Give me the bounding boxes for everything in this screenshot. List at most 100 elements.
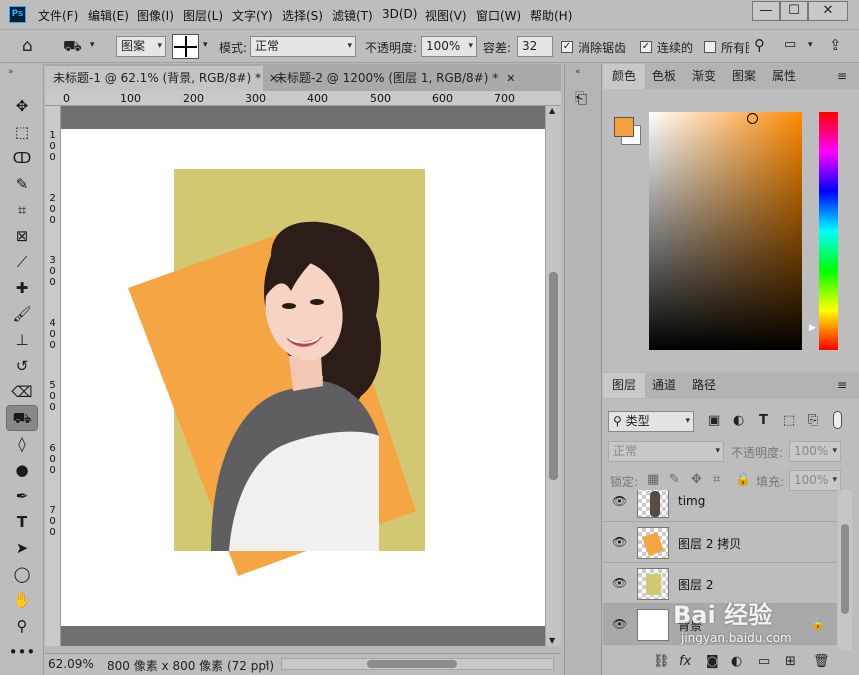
color-picker-handle[interactable] [747, 113, 758, 124]
layer-row[interactable]: 👁 图层 2 拷贝 [603, 522, 837, 563]
tab-patterns[interactable]: 图案 [723, 64, 765, 89]
history-brush-tool-icon[interactable]: ↺ [7, 354, 37, 378]
horizontal-scrollbar[interactable] [281, 658, 554, 670]
filter-shape-icon[interactable]: ⬚ [783, 413, 795, 428]
tab-properties[interactable]: 属性 [763, 64, 805, 89]
layer-name[interactable]: timg [678, 494, 705, 508]
dodge-tool-icon[interactable]: ● [7, 458, 37, 482]
filter-toggle[interactable] [833, 411, 842, 429]
menu-file[interactable]: 文件(F) [38, 7, 78, 24]
chevron-right-icon[interactable]: › [265, 656, 269, 669]
pen-tool-icon[interactable]: ✒ [7, 484, 37, 508]
close-button[interactable]: ✕ [808, 1, 848, 21]
trash-icon[interactable]: 🗑 [813, 654, 830, 669]
type-tool-icon[interactable]: T [7, 510, 37, 534]
menu-window[interactable]: 窗口(W) [476, 7, 521, 24]
lock-artboard-icon[interactable]: ⌗ [713, 472, 720, 487]
contiguous-checkbox[interactable]: ✓ [640, 41, 652, 53]
tolerance-input[interactable]: 32 [517, 36, 553, 57]
chevron-down-icon[interactable]: ▾ [808, 40, 813, 50]
layers-scrollbar[interactable] [838, 490, 852, 650]
quick-select-tool-icon[interactable]: ✎ [7, 172, 37, 196]
healing-brush-tool-icon[interactable]: ✚ [7, 276, 37, 300]
move-tool-icon[interactable]: ✥ [7, 94, 37, 118]
frame-tool-icon[interactable]: ⊠ [7, 224, 37, 248]
tab-paths[interactable]: 路径 [683, 373, 725, 398]
menu-filter[interactable]: 滤镜(T) [332, 7, 373, 24]
color-field[interactable] [649, 112, 802, 350]
marquee-tool-icon[interactable]: ⬚ [7, 120, 37, 144]
adjustment-layer-icon[interactable]: ◐ [731, 654, 742, 669]
scroll-up-icon[interactable]: ▲ [549, 106, 555, 115]
fill-input[interactable]: 100% ▾ [789, 470, 841, 491]
hue-slider-handle[interactable]: ▶ [809, 323, 816, 333]
document-canvas[interactable] [61, 106, 545, 646]
menu-type[interactable]: 文字(Y) [232, 7, 273, 24]
fx-icon[interactable]: fx [679, 654, 691, 669]
layer-filter-select[interactable]: ⚲ 类型 ▾ [608, 411, 694, 432]
eye-icon[interactable]: 👁 [612, 535, 627, 549]
eye-icon[interactable]: 👁 [612, 576, 627, 590]
tab-gradients[interactable]: 渐变 [683, 64, 725, 89]
tab-channels[interactable]: 通道 [643, 373, 685, 398]
link-icon[interactable]: ⛓ [653, 654, 670, 669]
collapse-icon[interactable]: » [8, 67, 14, 77]
all-layers-checkbox[interactable] [704, 41, 716, 53]
workspace-icon[interactable]: ▭ [784, 37, 796, 52]
layer-row[interactable]: 👁 timg [603, 490, 837, 522]
layer-opacity-input[interactable]: 100% ▾ [789, 441, 841, 462]
menu-image[interactable]: 图像(I) [137, 7, 174, 24]
lock-transparent-icon[interactable]: ▦ [647, 472, 659, 487]
eraser-tool-icon[interactable]: ⌫ [7, 380, 37, 404]
eye-icon[interactable]: 👁 [612, 617, 627, 631]
folder-icon[interactable]: ▭ [758, 654, 770, 669]
scroll-thumb[interactable] [841, 524, 849, 614]
filter-image-icon[interactable]: ▣ [708, 413, 720, 428]
restore-button[interactable]: ☐ [780, 1, 808, 21]
search-icon[interactable]: ⚲ [754, 36, 765, 54]
paint-bucket-tool-icon[interactable]: ⛟ [6, 405, 38, 431]
scroll-down-icon[interactable]: ▼ [549, 636, 555, 645]
lock-all-icon[interactable]: 🔒 [735, 472, 751, 487]
tab-document-1[interactable]: 未标题-1 @ 62.1% (背景, RGB/8#) * ✕ [45, 66, 278, 91]
scroll-thumb[interactable] [367, 660, 457, 668]
menu-3d[interactable]: 3D(D) [382, 7, 417, 21]
lasso-tool-icon[interactable]: ↀ [7, 146, 37, 170]
antialias-checkbox[interactable]: ✓ [561, 41, 573, 53]
lock-position-icon[interactable]: ✥ [691, 472, 702, 487]
pattern-picker[interactable] [172, 34, 199, 59]
blend-mode-select[interactable]: 正常 ▾ [608, 441, 724, 462]
menu-select[interactable]: 选择(S) [282, 7, 323, 24]
crop-tool-icon[interactable]: ⌗ [7, 198, 37, 222]
filter-smart-object-icon[interactable]: ⎘ [808, 413, 818, 428]
mode-select[interactable]: 正常 ▾ [250, 36, 356, 57]
layer-name[interactable]: 图层 2 [678, 576, 713, 593]
paint-bucket-preset-icon[interactable]: ⛟ [63, 37, 82, 57]
history-panel-icon[interactable]: ⎗ [575, 89, 587, 107]
panel-menu-icon[interactable]: ≡ [837, 378, 847, 392]
foreground-color-swatch[interactable] [614, 117, 634, 137]
blur-tool-icon[interactable]: ◊ [7, 432, 37, 456]
eyedropper-tool-icon[interactable]: ⟋ [7, 250, 37, 274]
panel-menu-icon[interactable]: ≡ [837, 69, 847, 83]
ellipse-tool-icon[interactable]: ◯ [7, 562, 37, 586]
tab-document-2[interactable]: 未标题-2 @ 1200% (图层 1, RGB/8#) * ✕ [267, 66, 515, 91]
tab-color[interactable]: 颜色 [603, 64, 646, 89]
zoom-level[interactable]: 62.09% [48, 657, 94, 671]
filter-type-icon[interactable]: T [759, 413, 768, 428]
layer-name[interactable]: 图层 2 拷贝 [678, 535, 741, 552]
filter-adjustment-icon[interactable]: ◐ [733, 413, 744, 428]
tab-layers[interactable]: 图层 [603, 373, 646, 398]
lock-pixels-icon[interactable]: ✎ [669, 472, 680, 487]
menu-layer[interactable]: 图层(L) [183, 7, 223, 24]
fill-source-select[interactable]: 图案 ▾ [116, 36, 166, 57]
stamp-tool-icon[interactable]: ⊥ [7, 328, 37, 352]
path-select-tool-icon[interactable]: ➤ [7, 536, 37, 560]
minimize-button[interactable]: — [752, 1, 780, 21]
vertical-scrollbar[interactable]: ▲ ▼ [545, 106, 561, 646]
menu-view[interactable]: 视图(V) [425, 7, 467, 24]
canvas-workspace[interactable] [61, 106, 545, 646]
close-icon[interactable]: ✕ [506, 72, 515, 85]
hue-slider[interactable] [819, 112, 838, 350]
hand-tool-icon[interactable]: ✋ [7, 588, 37, 612]
